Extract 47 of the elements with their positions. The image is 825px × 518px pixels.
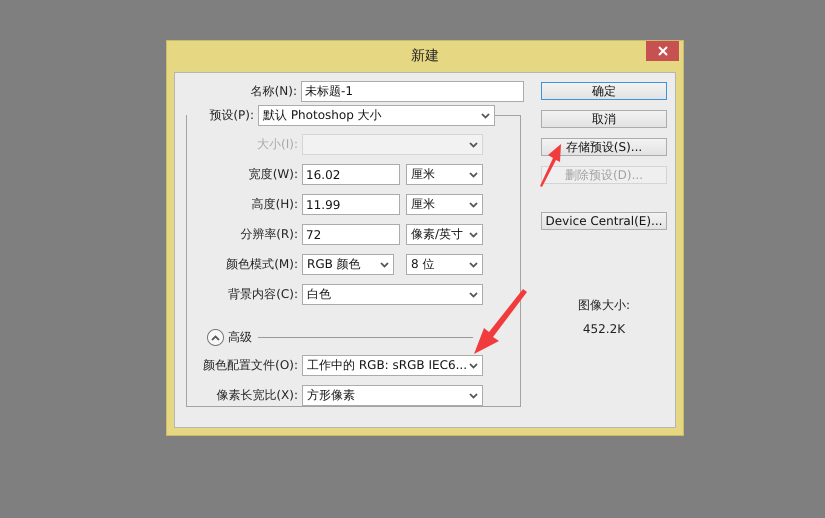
window-title: 新建 xyxy=(411,47,439,66)
dropdown[interactable]: 像素/英寸 xyxy=(406,224,483,245)
field-label: 颜色模式(M): xyxy=(225,256,299,273)
field-label: 大小(I): xyxy=(256,136,299,153)
chevron-down-icon xyxy=(469,142,478,148)
dialog-button[interactable]: Device Central(E)... xyxy=(541,212,667,230)
chevron-up-icon xyxy=(211,334,220,340)
name-field[interactable]: 未标题-1 xyxy=(301,81,524,102)
text-field[interactable]: 16.02 xyxy=(302,164,400,185)
dropdown[interactable]: 方形像素 xyxy=(302,385,483,406)
field-label: 名称(N): xyxy=(250,83,298,100)
dropdown[interactable]: 8 位 xyxy=(406,254,483,275)
arrow xyxy=(474,289,527,354)
field-label: 高度(H): xyxy=(250,196,299,213)
field-label: 预设(P): xyxy=(187,107,258,124)
chevron-down-icon xyxy=(469,392,478,398)
text-field[interactable]: 72 xyxy=(302,224,400,245)
dropdown[interactable]: 白色 xyxy=(302,284,483,305)
field-label: 颜色配置文件(O): xyxy=(202,357,299,374)
field-label: 宽度(W): xyxy=(248,166,299,183)
dialog-button[interactable]: 确定 xyxy=(541,82,667,100)
field-label: 分辨率(R): xyxy=(239,226,299,243)
dropdown[interactable]: 工作中的 RGB: sRGB IEC6... xyxy=(302,355,483,376)
chevron-down-icon xyxy=(469,172,478,178)
chevron-down-icon xyxy=(469,232,478,238)
dropdown[interactable]: RGB 颜色 xyxy=(302,254,394,275)
dialog-button[interactable]: 取消 xyxy=(541,110,667,128)
field-label: 背景内容(C): xyxy=(227,286,299,303)
chevron-down-icon xyxy=(469,202,478,208)
dropdown[interactable]: 厘米 xyxy=(406,164,483,185)
chevron-down-icon xyxy=(469,362,478,368)
close-icon xyxy=(658,46,668,56)
close-button[interactable] xyxy=(646,41,679,61)
dropdown[interactable]: 厘米 xyxy=(406,194,483,215)
section-label: 高级 xyxy=(228,329,252,346)
image-size-label: 图像大小: xyxy=(576,297,632,314)
chevron-down-icon xyxy=(469,262,478,268)
expand-button[interactable] xyxy=(207,329,224,346)
arrow xyxy=(540,144,561,187)
dialog-button[interactable]: 存储预设(S)... xyxy=(541,138,667,156)
image-size-value: 452.2K xyxy=(582,322,626,336)
chevron-down-icon xyxy=(380,262,389,268)
field-label: 像素长宽比(X): xyxy=(215,387,299,404)
text-field[interactable]: 11.99 xyxy=(302,194,400,215)
dropdown[interactable]: 默认 Photoshop 大小 xyxy=(258,105,495,126)
chevron-down-icon xyxy=(481,112,490,118)
chevron-down-icon xyxy=(469,292,478,298)
